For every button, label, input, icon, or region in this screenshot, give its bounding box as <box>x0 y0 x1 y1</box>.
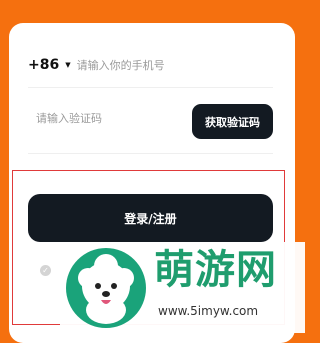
phone-divider <box>28 87 273 88</box>
agreement-checkbox[interactable]: ✓ <box>40 265 51 276</box>
watermark: 萌游网 www.5imyw.com <box>60 242 305 333</box>
phone-row: +86 ▼ <box>28 50 273 80</box>
dog-logo-icon <box>66 248 146 328</box>
watermark-title: 萌游网 <box>154 247 277 293</box>
country-code-selector[interactable]: +86 <box>28 57 59 73</box>
login-register-button[interactable]: 登录/注册 <box>28 194 273 242</box>
watermark-url: www.5imyw.com <box>158 304 259 318</box>
get-code-button[interactable]: 获取验证码 <box>192 104 273 139</box>
caret-down-icon[interactable]: ▼ <box>65 61 70 69</box>
phone-input[interactable] <box>76 58 247 72</box>
verification-code-input[interactable] <box>36 112 176 125</box>
check-icon: ✓ <box>42 266 49 275</box>
code-divider <box>28 153 273 154</box>
